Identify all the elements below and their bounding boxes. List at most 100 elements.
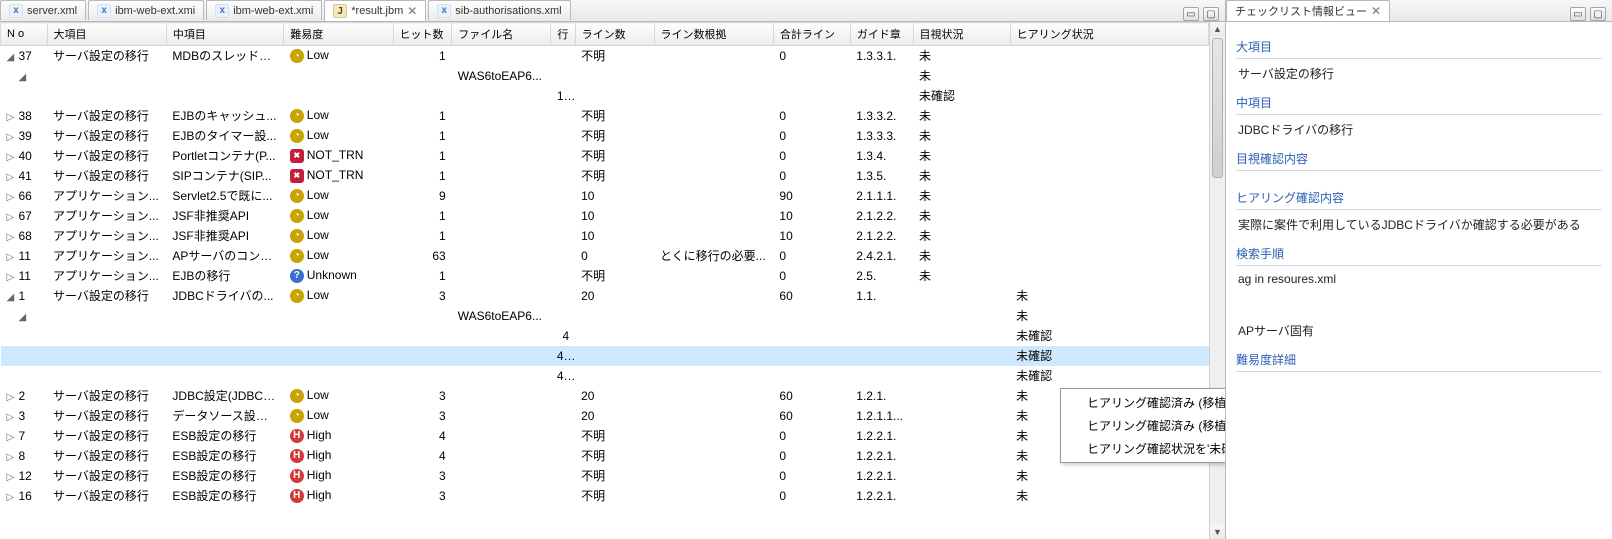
expand-toggle-open-icon[interactable]: ◢: [7, 52, 17, 62]
scroll-up-arrow[interactable]: ▲: [1210, 22, 1225, 36]
cell-totalline: [773, 346, 850, 366]
cell-mokushi: 未: [913, 246, 1010, 266]
column-header[interactable]: ヒアリング状況: [1010, 23, 1208, 46]
table-row[interactable]: ▷68アプリケーション...JSF非推奨API◔Low110102.1.2.2.…: [1, 226, 1209, 246]
cell-no: [1, 346, 48, 366]
expand-toggle-closed-icon[interactable]: ▷: [7, 492, 17, 502]
expand-toggle-closed-icon[interactable]: ▷: [7, 412, 17, 422]
table-row[interactable]: 4未確認: [1, 326, 1209, 346]
table-row[interactable]: ▷2サーバ設定の移行JDBC設定(JDBCP...◔Low320601.2.1.…: [1, 386, 1209, 406]
low-difficulty-icon: ◔: [290, 129, 304, 143]
editor-tab-4[interactable]: xsib-authorisations.xml: [428, 0, 570, 20]
section-body-search: ag in resoures.xml: [1236, 266, 1602, 288]
expand-toggle-open-icon[interactable]: ◢: [19, 72, 29, 82]
expand-toggle-closed-icon[interactable]: ▷: [7, 112, 17, 122]
context-menu-item[interactable]: ヒアリング確認済み (移植要) (O): [1063, 414, 1225, 437]
table-row[interactable]: 465未確認: [1, 346, 1209, 366]
column-header[interactable]: 難易度: [284, 23, 393, 46]
section-header-mokushi: 目視確認内容: [1236, 146, 1602, 171]
table-row[interactable]: ◢WAS6toEAP6...未: [1, 306, 1209, 326]
expand-toggle-closed-icon[interactable]: ▷: [7, 152, 17, 162]
cell-chukoumoku: SIPコンテナ(SIP...: [166, 166, 283, 186]
cell-hit: 1: [393, 146, 452, 166]
column-header[interactable]: ライン数根拠: [654, 23, 773, 46]
cell-totalline: 0: [773, 426, 850, 446]
column-header[interactable]: 目視状況: [913, 23, 1010, 46]
column-header[interactable]: 大項目: [47, 23, 166, 46]
cell-linecount: 20: [575, 286, 654, 306]
editor-tab-0[interactable]: xserver.xml: [0, 0, 86, 20]
table-row[interactable]: ▷3サーバ設定の移行データソース設定...◔Low320601.2.1.1...…: [1, 406, 1209, 426]
editor-tab-active-3[interactable]: J*result.jbm✕: [324, 0, 426, 21]
cell-file: [452, 446, 551, 466]
table-row[interactable]: ▷41サーバ設定の移行SIPコンテナ(SIP...✖NOT_TRN1不明01.3…: [1, 166, 1209, 186]
column-header[interactable]: N o: [1, 23, 48, 46]
table-row[interactable]: ◢37サーバ設定の移行MDBのスレッドプ...◔Low1不明01.3.3.1.未: [1, 46, 1209, 66]
table-row[interactable]: ▷66アプリケーション...Servlet2.5で既に...◔Low910902…: [1, 186, 1209, 206]
cell-difficulty: ◔Low: [284, 206, 393, 226]
cell-guide: [850, 86, 913, 106]
table-row[interactable]: ▷38サーバ設定の移行EJBのキャッシュ...◔Low1不明01.3.3.2.未: [1, 106, 1209, 126]
table-row[interactable]: ▷12サーバ設定の移行ESB設定の移行HHigh3不明01.2.2.1.未: [1, 466, 1209, 486]
editor-tab-2[interactable]: xibm-web-ext.xmi: [206, 0, 322, 20]
cell-no: [1, 366, 48, 386]
column-header[interactable]: ヒット数: [393, 23, 452, 46]
column-header[interactable]: 行: [551, 23, 575, 46]
cell-daikoumoku: [47, 366, 166, 386]
checklist-tab[interactable]: チェックリスト情報ビュー ✕: [1226, 0, 1390, 21]
column-header[interactable]: 合計ライン: [773, 23, 850, 46]
column-header[interactable]: ファイル名: [452, 23, 551, 46]
column-header[interactable]: 中項目: [166, 23, 283, 46]
cell-guide: 1.2.2.1.: [850, 446, 913, 466]
expand-toggle-closed-icon[interactable]: ▷: [7, 232, 17, 242]
cell-totalline: 0: [773, 466, 850, 486]
cell-hearing: 未確認: [1010, 346, 1208, 366]
cell-linekonkyo: [654, 426, 773, 446]
close-icon[interactable]: ✕: [1371, 6, 1381, 16]
context-menu-item[interactable]: ヒアリング確認済み (移植不要) (N): [1063, 391, 1225, 414]
minimize-view-button[interactable]: ▭: [1183, 7, 1199, 21]
expand-toggle-closed-icon[interactable]: ▷: [7, 272, 17, 282]
table-row[interactable]: ◢WAS6toEAP6...未: [1, 66, 1209, 86]
cell-linecount: 不明: [575, 466, 654, 486]
expand-toggle-closed-icon[interactable]: ▷: [7, 132, 17, 142]
expand-toggle-closed-icon[interactable]: ▷: [7, 212, 17, 222]
table-row[interactable]: ▷11アプリケーション...APサーバのコンテ...◔Low630とくに移行の必…: [1, 246, 1209, 266]
expand-toggle-open-icon[interactable]: ◢: [7, 292, 17, 302]
expand-toggle-closed-icon[interactable]: ▷: [7, 452, 17, 462]
table-row[interactable]: ▷40サーバ設定の移行Portletコンテナ(P...✖NOT_TRN1不明01…: [1, 146, 1209, 166]
expand-toggle-closed-icon[interactable]: ▷: [7, 472, 17, 482]
table-row[interactable]: ◢1サーバ設定の移行JDBCドライバの...◔Low320601.1.未: [1, 286, 1209, 306]
column-header[interactable]: ガイド章: [850, 23, 913, 46]
scroll-down-arrow[interactable]: ▼: [1210, 525, 1225, 539]
cell-chukoumoku: [166, 346, 283, 366]
cell-guide: 2.1.1.1.: [850, 186, 913, 206]
table-row[interactable]: ▷7サーバ設定の移行ESB設定の移行HHigh4不明01.2.2.1.未: [1, 426, 1209, 446]
column-header[interactable]: ライン数: [575, 23, 654, 46]
cell-guide: 1.2.2.1.: [850, 466, 913, 486]
maximize-view-button[interactable]: ▢: [1203, 7, 1219, 21]
editor-tab-1[interactable]: xibm-web-ext.xmi: [88, 0, 204, 20]
cell-hit: 4: [393, 446, 452, 466]
minimize-view-button[interactable]: ▭: [1570, 7, 1586, 21]
table-row[interactable]: 175未確認: [1, 86, 1209, 106]
table-row[interactable]: ▷16サーバ設定の移行ESB設定の移行HHigh3不明01.2.2.1.未: [1, 486, 1209, 506]
table-row[interactable]: ▷8サーバ設定の移行ESB設定の移行HHigh4不明01.2.2.1.未: [1, 446, 1209, 466]
table-row[interactable]: ▷67アプリケーション...JSF非推奨API◔Low110102.1.2.2.…: [1, 206, 1209, 226]
table-row[interactable]: 490未確認: [1, 366, 1209, 386]
high-difficulty-icon: H: [290, 469, 304, 483]
expand-toggle-closed-icon[interactable]: ▷: [7, 432, 17, 442]
cell-linekonkyo: [654, 306, 773, 326]
cell-hearing: [1010, 86, 1208, 106]
table-row[interactable]: ▷11アプリケーション...EJBの移行?Unknown1不明02.5.未: [1, 266, 1209, 286]
context-menu-item[interactable]: ヒアリング確認状況を'未確認'に戻す (Z): [1063, 437, 1225, 460]
expand-toggle-closed-icon[interactable]: ▷: [7, 252, 17, 262]
expand-toggle-closed-icon[interactable]: ▷: [7, 172, 17, 182]
expand-toggle-open-icon[interactable]: ◢: [19, 312, 29, 322]
maximize-view-button[interactable]: ▢: [1590, 7, 1606, 21]
scroll-thumb[interactable]: [1212, 38, 1223, 178]
expand-toggle-closed-icon[interactable]: ▷: [7, 392, 17, 402]
table-row[interactable]: ▷39サーバ設定の移行EJBのタイマー設...◔Low1不明01.3.3.3.未: [1, 126, 1209, 146]
expand-toggle-closed-icon[interactable]: ▷: [7, 192, 17, 202]
close-icon[interactable]: ✕: [407, 6, 417, 16]
